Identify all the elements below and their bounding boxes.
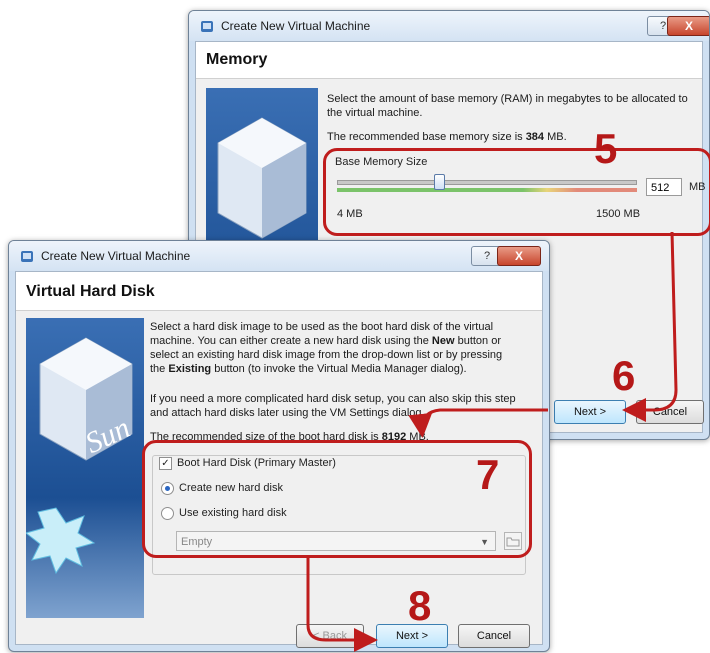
hdd-desc1-new: New: [431, 335, 455, 347]
virtualbox-icon: [21, 251, 33, 262]
memory-window-title: Create New Virtual Machine: [221, 19, 371, 33]
memory-recommended-suffix: MB.: [544, 131, 567, 143]
memory-page-title: Memory: [206, 51, 268, 68]
annotation-number-8: 8: [408, 582, 432, 629]
sun-logo-graphic: Sun: [26, 337, 135, 575]
virtualbox-icon: [201, 21, 213, 32]
annotation-box-5: [323, 148, 710, 236]
memory-cancel-button[interactable]: Cancel: [636, 400, 704, 424]
memory-titlebar[interactable]: Create New Virtual Machine ? X: [189, 11, 709, 41]
hdd-cancel-button[interactable]: Cancel: [458, 624, 530, 648]
hdd-description-2: If you need a more complicated hard disk…: [150, 393, 516, 419]
hdd-page-title: Virtual Hard Disk: [26, 283, 155, 300]
hdd-titlebar[interactable]: Create New Virtual Machine ? X: [9, 241, 549, 271]
memory-description: Select the amount of base memory (RAM) i…: [327, 93, 688, 119]
hdd-side-graphic: Sun: [26, 318, 144, 618]
memory-recommended-prefix: The recommended base memory size is: [327, 131, 526, 143]
hdd-description-1: Select a hard disk image to be used as t…: [150, 320, 520, 376]
hdd-close-button[interactable]: X: [497, 246, 541, 266]
annotation-number-7: 7: [476, 451, 500, 498]
hdd-desc1-c: button (to invoke the Virtual Media Mana…: [211, 363, 467, 375]
hdd-header: Virtual Hard Disk: [16, 272, 542, 311]
annotation-number-5: 5: [594, 125, 618, 172]
hdd-back-button[interactable]: < Back: [296, 624, 364, 648]
memory-close-button[interactable]: X: [667, 16, 709, 36]
hdd-desc1-existing: Existing: [168, 363, 212, 375]
hdd-window-title: Create New Virtual Machine: [41, 249, 191, 263]
annotation-number-6: 6: [612, 352, 636, 399]
memory-next-button[interactable]: Next >: [554, 400, 626, 424]
memory-recommended-line: The recommended base memory size is 384 …: [327, 130, 692, 144]
memory-recommended-value: 384: [525, 131, 545, 143]
annotation-box-7: [142, 440, 532, 558]
memory-header: Memory: [196, 42, 702, 79]
